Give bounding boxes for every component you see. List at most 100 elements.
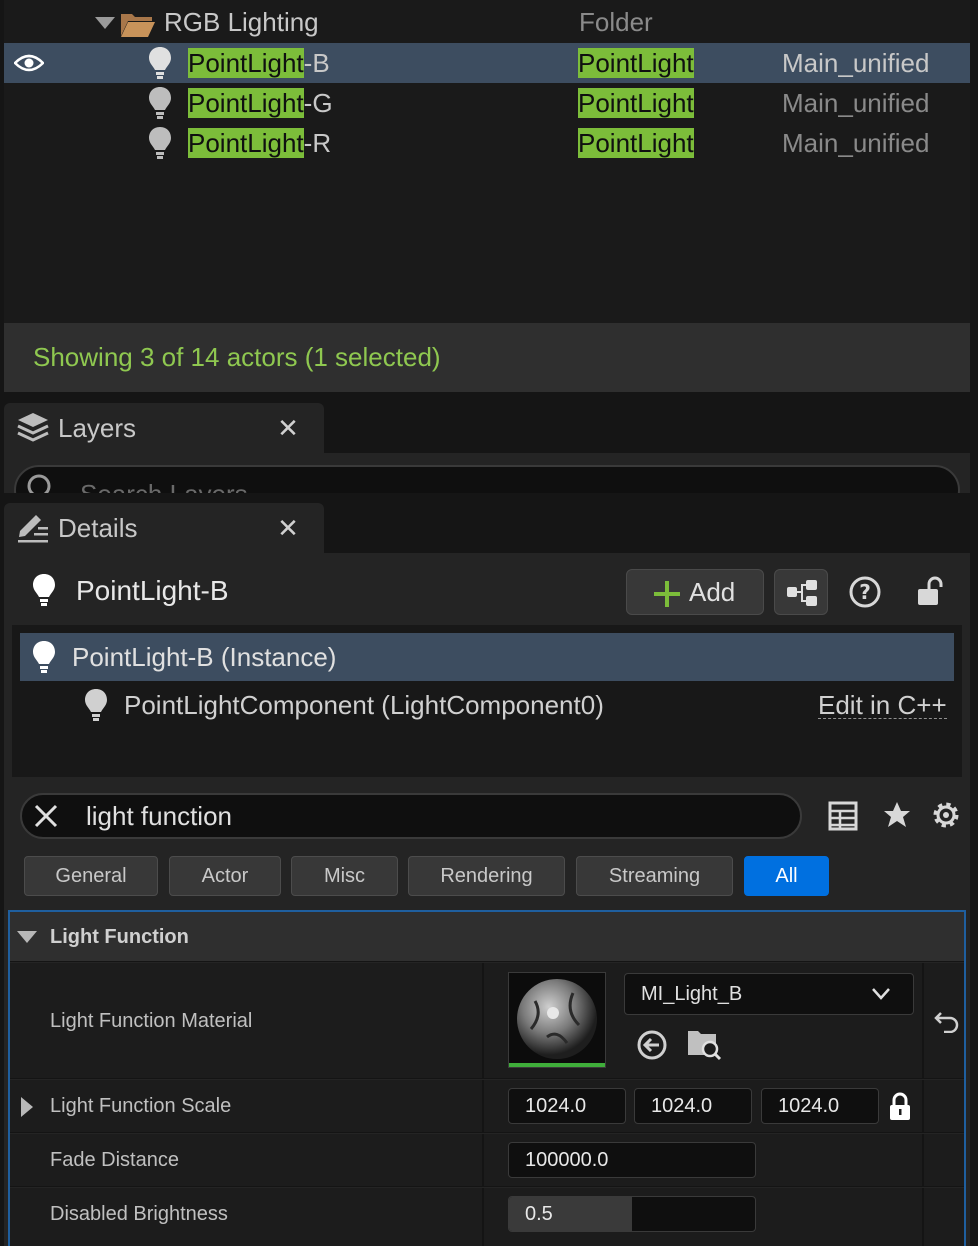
material-asset-value: MI_Light_B — [641, 983, 743, 1005]
property-matrix-icon[interactable] — [828, 801, 858, 831]
outliner-row-pointlight-r[interactable]: PointLight-R PointLight Main_unified — [4, 123, 970, 163]
column-splitter — [922, 1134, 924, 1187]
scale-x-input[interactable]: 1024.0 — [508, 1088, 626, 1124]
material-preview-sphere — [517, 979, 597, 1059]
selected-actor-name: PointLight-B — [76, 575, 229, 606]
filter-streaming[interactable]: Streaming — [576, 856, 733, 896]
folder-name: RGB Lighting — [164, 7, 319, 37]
filter-rendering[interactable]: Rendering — [408, 856, 565, 896]
component-row-instance[interactable]: PointLight-B (Instance) — [20, 633, 954, 681]
chevron-down-icon[interactable] — [94, 16, 116, 30]
filter-general[interactable]: General — [24, 856, 158, 896]
disabled-brightness-slider[interactable]: 0.5 — [508, 1196, 756, 1232]
column-splitter[interactable] — [482, 1188, 484, 1246]
actor-name-suffix: -R — [303, 128, 332, 158]
category-light-function: Light Function Light Function Material M… — [8, 910, 966, 1246]
property-name: Light Function Material — [50, 1010, 253, 1032]
search-match-highlight: PointLight — [188, 48, 304, 78]
actor-level: Main_unified — [782, 48, 930, 78]
edit-in-cpp-link[interactable]: Edit in C++ — [818, 681, 947, 720]
column-splitter[interactable] — [482, 963, 484, 1079]
outliner-row-pointlight-b[interactable]: PointLight-B PointLight Main_unified — [4, 43, 970, 83]
outliner-folder-row[interactable]: RGB Lighting Folder — [4, 2, 970, 42]
category-title: Light Function — [50, 926, 189, 948]
outliner-row-pointlight-g[interactable]: PointLight-G PointLight Main_unified — [4, 83, 970, 123]
column-splitter[interactable] — [482, 1080, 484, 1133]
material-type-bar — [509, 1063, 605, 1067]
actor-name-suffix: -B — [303, 48, 330, 78]
scale-y-input[interactable]: 1024.0 — [634, 1088, 752, 1124]
tab-layers-label: Layers — [58, 413, 137, 443]
folder-open-icon — [121, 14, 155, 37]
point-light-icon — [149, 47, 171, 79]
property-row-material: Light Function Material MI_Light_B — [10, 963, 964, 1079]
property-row-scale: Light Function Scale 1024.0 1024.0 1024.… — [10, 1080, 964, 1133]
tab-details[interactable]: Details ✕ — [4, 503, 324, 553]
component-tree: PointLight-B (Instance) PointLightCompon… — [12, 625, 962, 777]
folder-type: Folder — [579, 7, 653, 37]
favorite-star-icon[interactable] — [882, 800, 912, 830]
svg-text:?: ? — [859, 580, 871, 604]
chevron-down-icon — [872, 988, 890, 1000]
point-light-icon — [149, 87, 171, 119]
actor-type: PointLight — [578, 128, 694, 158]
point-light-icon — [33, 574, 55, 606]
fade-distance-input[interactable]: 100000.0 — [508, 1142, 756, 1178]
blueprint-button[interactable] — [774, 569, 828, 615]
plus-icon — [654, 581, 680, 607]
tab-details-label: Details — [58, 513, 138, 543]
property-name: Light Function Scale — [50, 1095, 232, 1117]
category-header[interactable]: Light Function — [10, 912, 964, 962]
point-light-icon — [33, 641, 55, 673]
eye-icon[interactable] — [14, 53, 44, 73]
column-splitter — [922, 1080, 924, 1133]
filter-misc[interactable]: Misc — [291, 856, 398, 896]
details-search-value: light function — [86, 801, 232, 831]
lock-icon[interactable] — [888, 1092, 912, 1122]
close-icon[interactable]: ✕ — [276, 513, 300, 543]
search-match-highlight: PointLight — [188, 128, 304, 158]
close-icon[interactable]: ✕ — [276, 413, 300, 443]
add-component-label: Add — [689, 577, 736, 607]
actor-name-suffix: -G — [303, 88, 333, 118]
column-splitter[interactable] — [482, 1134, 484, 1187]
actor-level: Main_unified — [782, 88, 930, 118]
search-match-highlight: PointLight — [188, 88, 304, 118]
component-row-pointlightcomponent[interactable]: PointLightComponent (LightComponent0) Ed… — [20, 681, 954, 729]
chevron-down-icon[interactable] — [16, 930, 38, 944]
browse-asset-icon[interactable] — [686, 1025, 722, 1061]
actor-count-status: Showing 3 of 14 actors (1 selected) — [33, 342, 441, 372]
property-name: Fade Distance — [50, 1149, 179, 1171]
blueprint-hierarchy-icon — [787, 580, 817, 606]
layers-panel: Search Layers — [4, 453, 970, 493]
actor-type: PointLight — [578, 88, 694, 118]
column-splitter — [922, 963, 924, 1079]
material-thumbnail[interactable] — [508, 972, 606, 1068]
layers-search-input[interactable]: Search Layers — [14, 465, 960, 493]
layers-icon — [17, 413, 49, 442]
unlock-icon[interactable] — [916, 575, 946, 609]
reset-to-default-icon[interactable] — [934, 1009, 960, 1033]
help-icon[interactable]: ? — [848, 575, 882, 609]
filter-actor[interactable]: Actor — [169, 856, 281, 896]
property-row-disabled-brightness: Disabled Brightness 0.5 — [10, 1188, 964, 1246]
details-search-input[interactable]: light function — [20, 793, 802, 839]
settings-gear-icon[interactable] — [930, 799, 962, 831]
outliner-status-bar: Showing 3 of 14 actors (1 selected) — [4, 323, 970, 392]
column-splitter — [922, 1188, 924, 1246]
material-asset-dropdown[interactable]: MI_Light_B — [624, 973, 914, 1015]
clear-search-icon[interactable] — [34, 804, 58, 828]
property-name: Disabled Brightness — [50, 1203, 228, 1225]
component-label: PointLightComponent (LightComponent0) — [124, 690, 604, 720]
scale-z-input[interactable]: 1024.0 — [761, 1088, 879, 1124]
property-row-fade-distance: Fade Distance 100000.0 — [10, 1134, 964, 1187]
tab-layers[interactable]: Layers ✕ — [4, 403, 324, 453]
details-panel: PointLight-B Add ? PointLight-B (Instanc… — [4, 553, 970, 1246]
actor-type: PointLight — [578, 48, 694, 78]
filter-all[interactable]: All — [744, 856, 829, 896]
layers-search-placeholder: Search Layers — [80, 479, 248, 493]
add-component-button[interactable]: Add — [626, 569, 764, 615]
chevron-right-icon[interactable] — [20, 1096, 34, 1118]
use-selected-asset-icon[interactable] — [636, 1029, 668, 1061]
search-icon — [27, 474, 51, 493]
